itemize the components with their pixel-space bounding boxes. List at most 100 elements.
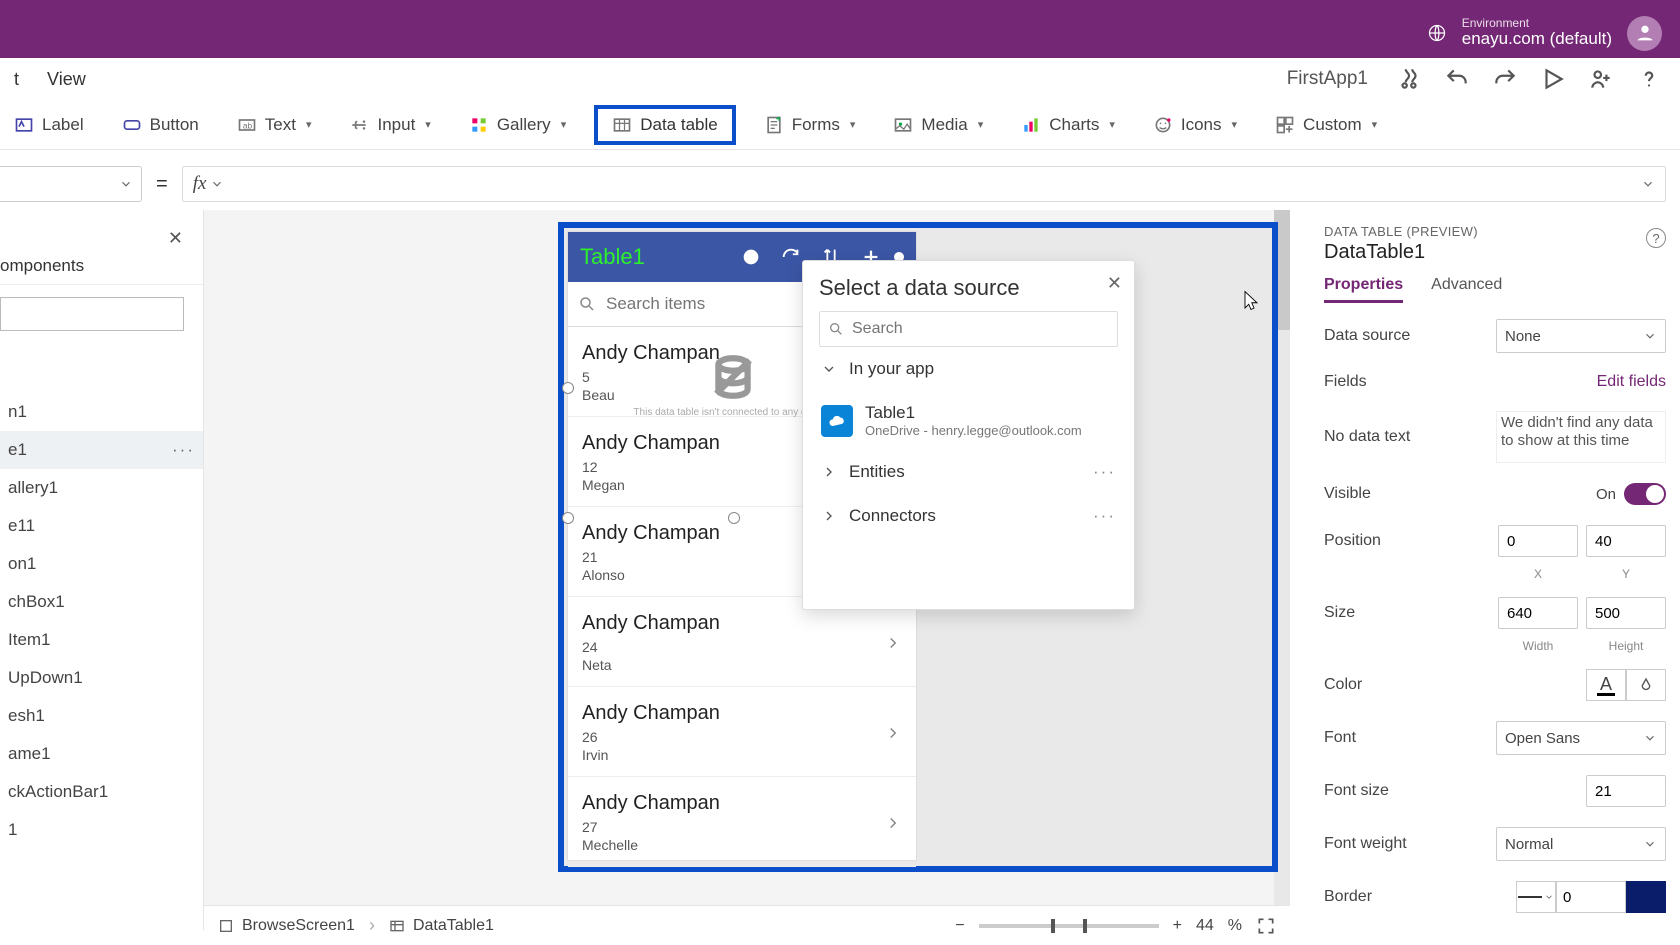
list-item[interactable]: Andy Champan27Mechelle <box>568 777 916 867</box>
panel-caption: DATA TABLE (PREVIEW) <box>1310 220 1680 241</box>
play-icon[interactable] <box>1540 66 1566 92</box>
label-fontsize: Font size <box>1324 782 1586 800</box>
breadcrumb-2[interactable]: DataTable1 <box>389 917 494 935</box>
formula-input[interactable]: fx <box>182 166 1666 202</box>
tree-item[interactable]: Item1 <box>0 621 203 659</box>
tree-item[interactable]: chBox1 <box>0 583 203 621</box>
picker-title: Select a data source <box>819 275 1118 301</box>
tree-item[interactable]: UpDown1 <box>0 659 203 697</box>
font-color-picker[interactable]: A <box>1586 669 1626 701</box>
ribbon-forms[interactable]: Forms▾ <box>754 109 866 141</box>
picker-table1[interactable]: Table1 OneDrive - henry.legge@outlook.co… <box>819 391 1118 450</box>
ribbon-gallery[interactable]: Gallery▾ <box>459 109 576 141</box>
tab-properties[interactable]: Properties <box>1324 276 1403 303</box>
help-icon[interactable] <box>1636 66 1662 92</box>
ribbon-button[interactable]: Button <box>112 109 209 141</box>
picker-entities[interactable]: Entities··· <box>819 450 1118 494</box>
tree-item[interactable]: 1 <box>0 811 203 849</box>
share-icon[interactable] <box>1588 66 1614 92</box>
panel-title: DataTable1 <box>1310 241 1680 276</box>
redo-icon[interactable] <box>1492 66 1518 92</box>
zoom-out[interactable]: − <box>955 917 964 935</box>
border-color-swatch[interactable] <box>1626 881 1666 913</box>
tab-advanced[interactable]: Advanced <box>1431 276 1502 303</box>
font-weight-select[interactable]: Normal <box>1496 827 1666 861</box>
edit-fields-link[interactable]: Edit fields <box>1597 373 1666 391</box>
label-size: Size <box>1324 604 1498 622</box>
tree-list: n1 e1··· allery1 e11 on1 chBox1 Item1 Up… <box>0 393 203 849</box>
refresh-icon[interactable] <box>780 246 802 268</box>
zoom-in[interactable]: + <box>1173 917 1182 935</box>
avatar[interactable] <box>1627 16 1662 51</box>
close-tree-icon[interactable]: ✕ <box>168 228 183 249</box>
label-fontweight: Font weight <box>1324 835 1496 853</box>
onedrive-icon <box>821 405 853 437</box>
tree-item[interactable]: on1 <box>0 545 203 583</box>
help-icon[interactable]: ? <box>1646 228 1666 248</box>
fx-label: fx <box>193 173 207 195</box>
gallery-title: Table1 <box>580 244 722 270</box>
data-source-picker: ✕ Select a data source In your app Table… <box>802 260 1135 610</box>
data-source-select[interactable]: None <box>1496 319 1666 353</box>
ribbon-media[interactable]: Media▾ <box>883 109 993 141</box>
tree-item[interactable]: esh1 <box>0 697 203 735</box>
search-icon <box>578 295 596 313</box>
menu-tab-view[interactable]: View <box>33 58 100 100</box>
undo-icon[interactable] <box>1444 66 1470 92</box>
label-fields: Fields <box>1324 373 1597 391</box>
property-selector[interactable] <box>0 166 142 202</box>
picker-search[interactable] <box>819 311 1118 347</box>
tree-item[interactable]: e11 <box>0 507 203 545</box>
ribbon-icons[interactable]: Icons▾ <box>1143 109 1247 141</box>
app-header: Environment enayu.com (default) <box>0 8 1680 58</box>
env-label: Environment <box>1462 17 1612 30</box>
close-picker-icon[interactable]: ✕ <box>1107 273 1122 294</box>
border-width-input[interactable] <box>1556 881 1626 913</box>
circle-icon[interactable] <box>740 246 762 268</box>
ribbon-custom[interactable]: Custom▾ <box>1265 109 1387 141</box>
tree-item[interactable]: allery1 <box>0 469 203 507</box>
menu-tab-t[interactable]: t <box>0 58 33 100</box>
list-item[interactable]: Andy Champan24Neta <box>568 597 916 687</box>
properties-panel: ? DATA TABLE (PREVIEW) DataTable1 Proper… <box>1310 220 1680 930</box>
tree-search-input[interactable] <box>0 297 184 331</box>
tree-item[interactable]: ame1 <box>0 735 203 773</box>
tree-item-selected[interactable]: e1··· <box>0 431 203 469</box>
visible-toggle[interactable] <box>1624 483 1666 505</box>
ribbon-text[interactable]: abText▾ <box>227 109 322 141</box>
zoom-slider[interactable] <box>979 924 1159 928</box>
font-select[interactable]: Open Sans <box>1496 721 1666 755</box>
picker-inapp-header[interactable]: In your app <box>819 347 1118 391</box>
ribbon-charts[interactable]: Charts▾ <box>1011 109 1125 141</box>
ribbon-data-table[interactable]: Data table <box>594 105 736 145</box>
status-bar: BrowseScreen1 › DataTable1 − + 44 % <box>204 905 1290 945</box>
app-checker-icon[interactable] <box>1396 66 1422 92</box>
border-style-select[interactable] <box>1516 881 1556 913</box>
height-input[interactable] <box>1586 597 1666 629</box>
width-input[interactable] <box>1498 597 1578 629</box>
ribbon-input[interactable]: Input▾ <box>339 109 440 141</box>
picker-search-input[interactable] <box>852 320 1109 338</box>
search-icon <box>828 321 844 337</box>
chevron-right-icon <box>884 634 902 652</box>
fit-icon[interactable] <box>1256 916 1276 936</box>
label-position: Position <box>1324 532 1498 550</box>
fill-color-picker[interactable] <box>1626 669 1666 701</box>
font-size-input[interactable] <box>1586 775 1666 807</box>
pos-x-input[interactable] <box>1498 525 1578 557</box>
app-name: FirstApp1 <box>1287 68 1368 90</box>
pos-y-input[interactable] <box>1586 525 1666 557</box>
ribbon-label[interactable]: Label <box>4 109 94 141</box>
tree-item[interactable]: n1 <box>0 393 203 431</box>
svg-text:ab: ab <box>243 120 253 130</box>
nodata-input[interactable]: We didn't find any data to show at this … <box>1496 411 1666 463</box>
chevron-right-icon <box>884 724 902 742</box>
chevron-right-icon <box>821 508 837 524</box>
breadcrumb-1[interactable]: BrowseScreen1 <box>218 917 355 935</box>
list-item[interactable]: Andy Champan26Irvin <box>568 687 916 777</box>
picker-connectors[interactable]: Connectors··· <box>819 494 1118 538</box>
tree-view: ✕ omponents n1 e1··· allery1 e11 on1 chB… <box>0 210 204 930</box>
chevron-right-icon <box>821 464 837 480</box>
label-visible: Visible <box>1324 485 1596 503</box>
tree-item[interactable]: ckActionBar1 <box>0 773 203 811</box>
